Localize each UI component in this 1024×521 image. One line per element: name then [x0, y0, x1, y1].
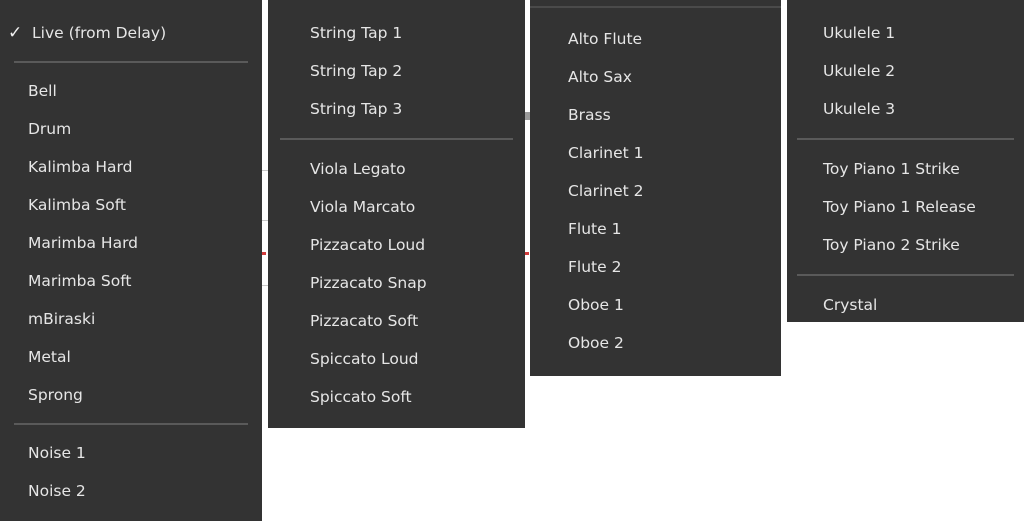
menu-separator — [797, 138, 1014, 140]
menu-separator — [14, 61, 248, 63]
menu-item-alto-flute[interactable]: Alto Flute — [530, 20, 781, 58]
menu-item-marimba-soft[interactable]: Marimba Soft — [0, 262, 262, 300]
menu-ukulele-toy: Ukulele 1 Ukulele 2 Ukulele 3 Toy Piano 1 S… — [787, 0, 1024, 322]
menu-item-oboe-2[interactable]: Oboe 2 — [530, 324, 781, 362]
screenshot-canvas: ✓ Live (from Delay) Bell Drum Kalimba Hard Ka… — [0, 0, 1024, 521]
menu-item-mbiraski[interactable]: mBiraski — [0, 300, 262, 338]
menu-item-noise-2[interactable]: Noise 2 — [0, 472, 262, 510]
menu-item-viola-marcato[interactable]: Viola Marcato — [268, 188, 525, 226]
menu-item-label: Flute 1 — [568, 220, 622, 238]
menu-item-label: Metal — [28, 348, 71, 366]
menu-item-label: Brass — [568, 106, 611, 124]
menu-item-drum[interactable]: Drum — [0, 110, 262, 148]
menu-item-flute-2[interactable]: Flute 2 — [530, 248, 781, 286]
menu-item-toy-piano-1-release[interactable]: Toy Piano 1 Release — [787, 188, 1024, 226]
menu-item-label: Sprong — [28, 386, 83, 404]
menu-item-label: Ukulele 1 — [823, 24, 896, 42]
menu-item-label: Noise 2 — [28, 482, 86, 500]
menu-item-viola-legato[interactable]: Viola Legato — [268, 150, 525, 188]
menu-item-string-tap-2[interactable]: String Tap 2 — [268, 52, 525, 90]
menu-item-ukulele-1[interactable]: Ukulele 1 — [787, 14, 1024, 52]
menu-item-spiccato-loud[interactable]: Spiccato Loud — [268, 340, 525, 378]
menu-item-label: Viola Marcato — [310, 198, 416, 216]
menu-item-label: Toy Piano 2 Strike — [823, 236, 960, 254]
menu-item-toy-piano-2-strike[interactable]: Toy Piano 2 Strike — [787, 226, 1024, 264]
menu-item-label: Spiccato Loud — [310, 350, 419, 368]
menu-item-pizzacato-soft[interactable]: Pizzacato Soft — [268, 302, 525, 340]
menu-item-label: Clarinet 2 — [568, 182, 644, 200]
menu-separator — [280, 138, 513, 140]
menu-item-label: Crystal — [823, 296, 878, 314]
menu-item-label: Viola Legato — [310, 160, 406, 178]
menu-item-label: mBiraski — [28, 310, 96, 328]
menu-item-label: Toy Piano 1 Strike — [823, 160, 960, 178]
menu-item-ukulele-3[interactable]: Ukulele 3 — [787, 90, 1024, 128]
menu-item-live-from-delay[interactable]: ✓ Live (from Delay) — [0, 14, 262, 52]
menu-item-label: Alto Flute — [568, 30, 643, 48]
menu-item-label: Ukulele 3 — [823, 100, 896, 118]
menu-separator — [797, 274, 1014, 276]
menu-strings: String Tap 1 String Tap 2 String Tap 3 Viol… — [268, 0, 525, 428]
menu-item-label: Bell — [28, 82, 57, 100]
menu-item-spiccato-soft[interactable]: Spiccato Soft — [268, 378, 525, 416]
menu-item-label: Pizzacato Soft — [310, 312, 419, 330]
menu-item-label: Clarinet 1 — [568, 144, 644, 162]
menu-item-brass[interactable]: Brass — [530, 96, 781, 134]
background-red-mark — [525, 252, 529, 255]
menu-item-label: String Tap 3 — [310, 100, 403, 118]
menu-item-label: Spiccato Soft — [310, 388, 412, 406]
menu-item-label: Live (from Delay) — [32, 24, 167, 42]
menu-item-label: Marimba Soft — [28, 272, 132, 290]
menu-item-string-tap-1[interactable]: String Tap 1 — [268, 14, 525, 52]
menu-item-kalimba-soft[interactable]: Kalimba Soft — [0, 186, 262, 224]
menu-item-toy-piano-1-strike[interactable]: Toy Piano 1 Strike — [787, 150, 1024, 188]
menu-live-percussive: ✓ Live (from Delay) Bell Drum Kalimba Hard Ka… — [0, 0, 262, 521]
menu-separator — [14, 423, 248, 425]
menu-item-label: Kalimba Soft — [28, 196, 126, 214]
menu-item-label: Flute 2 — [568, 258, 622, 276]
menu-item-label: String Tap 1 — [310, 24, 403, 42]
menu-item-label: String Tap 2 — [310, 62, 403, 80]
menu-item-label: Kalimba Hard — [28, 158, 133, 176]
menu-item-label: Marimba Hard — [28, 234, 139, 252]
menu-item-label: Pizzacato Snap — [310, 274, 427, 292]
menu-item-label: Oboe 2 — [568, 334, 624, 352]
menu-item-oboe-1[interactable]: Oboe 1 — [530, 286, 781, 324]
menu-item-pizzacato-snap[interactable]: Pizzacato Snap — [268, 264, 525, 302]
checkmark-icon: ✓ — [8, 23, 23, 43]
menu-item-string-tap-3[interactable]: String Tap 3 — [268, 90, 525, 128]
menu-item-marimba-hard[interactable]: Marimba Hard — [0, 224, 262, 262]
menu-item-metal[interactable]: Metal — [0, 338, 262, 376]
menu-item-label: Drum — [28, 120, 72, 138]
menu-item-label: Noise 1 — [28, 444, 86, 462]
menu-item-flute-1[interactable]: Flute 1 — [530, 210, 781, 248]
menu-item-crystal[interactable]: Crystal — [787, 286, 1024, 322]
menu-top-divider — [530, 6, 781, 8]
menu-item-label: Alto Sax — [568, 68, 632, 86]
menu-item-ukulele-2[interactable]: Ukulele 2 — [787, 52, 1024, 90]
menu-item-label: Ukulele 2 — [823, 62, 896, 80]
menu-winds: Alto Flute Alto Sax Brass Clarinet 1 Clarine… — [530, 0, 781, 376]
background-red-mark — [262, 252, 266, 255]
menu-item-kalimba-hard[interactable]: Kalimba Hard — [0, 148, 262, 186]
menu-item-noise-1[interactable]: Noise 1 — [0, 434, 262, 472]
menu-item-sprong[interactable]: Sprong — [0, 376, 262, 414]
menu-item-label: Toy Piano 1 Release — [823, 198, 976, 216]
menu-item-alto-sax[interactable]: Alto Sax — [530, 58, 781, 96]
menu-item-label: Oboe 1 — [568, 296, 624, 314]
menu-item-clarinet-2[interactable]: Clarinet 2 — [530, 172, 781, 210]
menu-item-pizzacato-loud[interactable]: Pizzacato Loud — [268, 226, 525, 264]
menu-item-bell[interactable]: Bell — [0, 72, 262, 110]
menu-item-label: Pizzacato Loud — [310, 236, 426, 254]
menu-item-clarinet-1[interactable]: Clarinet 1 — [530, 134, 781, 172]
